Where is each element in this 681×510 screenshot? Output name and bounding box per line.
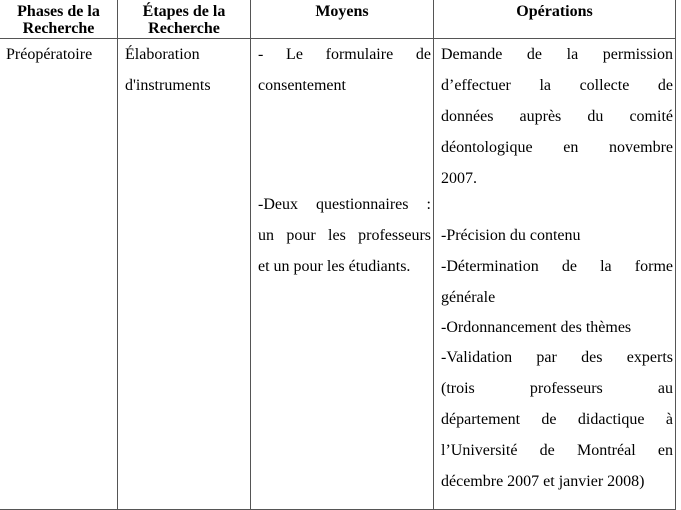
header-row: Phases de la Recherche Étapes de la Rech… bbox=[0, 0, 676, 39]
operations-line: déontologique en novembre bbox=[441, 139, 673, 156]
operations-line: Demande de la permission bbox=[441, 46, 673, 63]
table-row: Préopératoire Élaboration d'instruments … bbox=[0, 38, 676, 510]
operations-line: -Précision du contenu bbox=[441, 227, 581, 244]
operations-line: d’effectuer la collecte de bbox=[441, 77, 673, 94]
research-phases-table: Phases de la Recherche Étapes de la Rech… bbox=[0, 0, 676, 510]
header-operations: Opérations bbox=[433, 0, 676, 39]
operations-line: l’Université de Montréal en bbox=[441, 442, 673, 459]
header-etapes: Étapes de la Recherche bbox=[117, 0, 251, 39]
cell-operations: Demande de la permission d’effectuer la … bbox=[433, 38, 676, 510]
operations-line: données auprès du comité bbox=[441, 108, 673, 125]
header-phases-line2: Recherche bbox=[22, 20, 95, 37]
cell-etape: Élaboration d'instruments bbox=[117, 38, 251, 510]
etape-line: d'instruments bbox=[125, 77, 211, 94]
header-moyens-label: Moyens bbox=[315, 3, 369, 20]
operations-line: générale bbox=[441, 289, 496, 306]
operations-line: décembre 2007 et janvier 2008) bbox=[441, 473, 645, 490]
cell-moyens: - Le formulaire de consentement -Deux qu… bbox=[250, 38, 434, 510]
moyens-line: et un pour les étudiants. bbox=[258, 258, 411, 275]
moyens-line: -Deux questionnaires : bbox=[258, 196, 431, 213]
operations-line: -Validation par des experts bbox=[441, 349, 673, 366]
header-etapes-line2: Recherche bbox=[148, 20, 220, 37]
header-etapes-line1: Étapes de la bbox=[142, 3, 226, 20]
header-phases-line1: Phases de la bbox=[17, 3, 100, 20]
etape-line: Élaboration bbox=[125, 46, 200, 63]
moyens-line: consentement bbox=[258, 77, 346, 94]
moyens-line: un pour les professeurs bbox=[258, 227, 431, 244]
operations-line: département de didactique à bbox=[441, 411, 673, 428]
phase-text: Préopératoire bbox=[6, 46, 93, 63]
operations-line: -Détermination de la forme bbox=[441, 258, 673, 275]
operations-line: -Ordonnancement des thèmes bbox=[441, 319, 632, 336]
header-moyens: Moyens bbox=[250, 0, 434, 39]
moyens-line: - Le formulaire de bbox=[258, 46, 431, 63]
operations-line: 2007. bbox=[441, 170, 477, 187]
header-operations-label: Opérations bbox=[516, 3, 593, 20]
operations-line: (trois professeurs au bbox=[441, 380, 673, 397]
cell-phase: Préopératoire bbox=[0, 38, 118, 510]
header-phases: Phases de la Recherche bbox=[0, 0, 118, 39]
